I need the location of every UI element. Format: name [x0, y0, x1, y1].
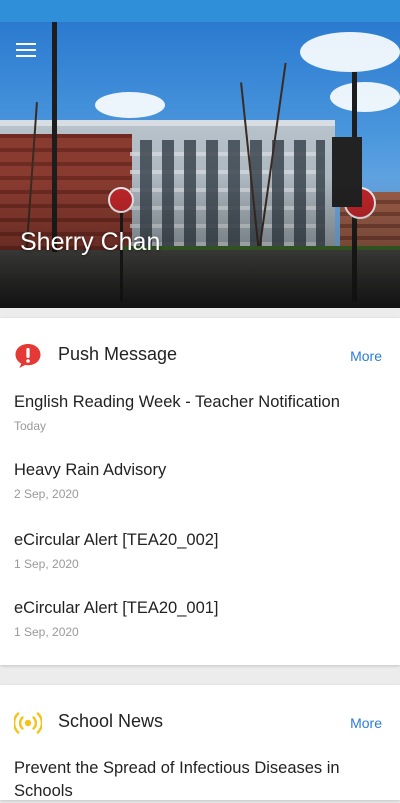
user-name: Sherry Chan: [20, 228, 161, 256]
push-message-more-link[interactable]: More: [350, 348, 382, 364]
message-title: English Reading Week - Teacher Notificat…: [14, 393, 340, 411]
hamburger-icon: [16, 55, 36, 57]
menu-button[interactable]: [16, 43, 36, 59]
message-title: eCircular Alert [TEA20_001]: [14, 599, 219, 617]
push-message-card: Push Message More English Reading Week -…: [0, 318, 400, 665]
message-date: 1 Sep, 2020: [14, 557, 79, 571]
hamburger-icon: [16, 43, 36, 45]
school-news-card: School News More Prevent the Spread of I…: [0, 685, 400, 800]
message-date: 2 Sep, 2020: [14, 487, 79, 501]
school-news-item[interactable]: Prevent the Spread of Infectious Disease…: [14, 757, 386, 803]
push-message-item[interactable]: eCircular Alert [TEA20_002] 1 Sep, 2020: [14, 529, 386, 571]
profile-banner: Sherry Chan: [0, 22, 400, 308]
news-title: Prevent the Spread of Infectious Disease…: [14, 759, 340, 800]
hamburger-icon: [16, 49, 36, 51]
push-message-item[interactable]: eCircular Alert [TEA20_001] 1 Sep, 2020: [14, 597, 386, 639]
message-date: Today: [14, 419, 47, 433]
push-message-item[interactable]: Heavy Rain Advisory 2 Sep, 2020: [14, 459, 386, 501]
status-bar: [0, 0, 400, 22]
cloud: [330, 82, 400, 112]
card-header: Push Message More: [0, 318, 400, 392]
message-title: eCircular Alert [TEA20_002]: [14, 531, 219, 549]
school-news-title: School News: [58, 711, 164, 731]
card-header: School News More: [0, 685, 400, 759]
message-title: Heavy Rain Advisory: [14, 461, 167, 479]
cloud: [300, 32, 400, 72]
school-news-more-link[interactable]: More: [350, 715, 382, 731]
message-date: 1 Sep, 2020: [14, 625, 79, 639]
broadcast-icon: [14, 712, 42, 734]
alert-bubble-icon: [15, 344, 41, 368]
push-message-title: Push Message: [58, 344, 178, 364]
cloud: [95, 92, 165, 118]
push-message-item[interactable]: English Reading Week - Teacher Notificat…: [14, 391, 386, 433]
